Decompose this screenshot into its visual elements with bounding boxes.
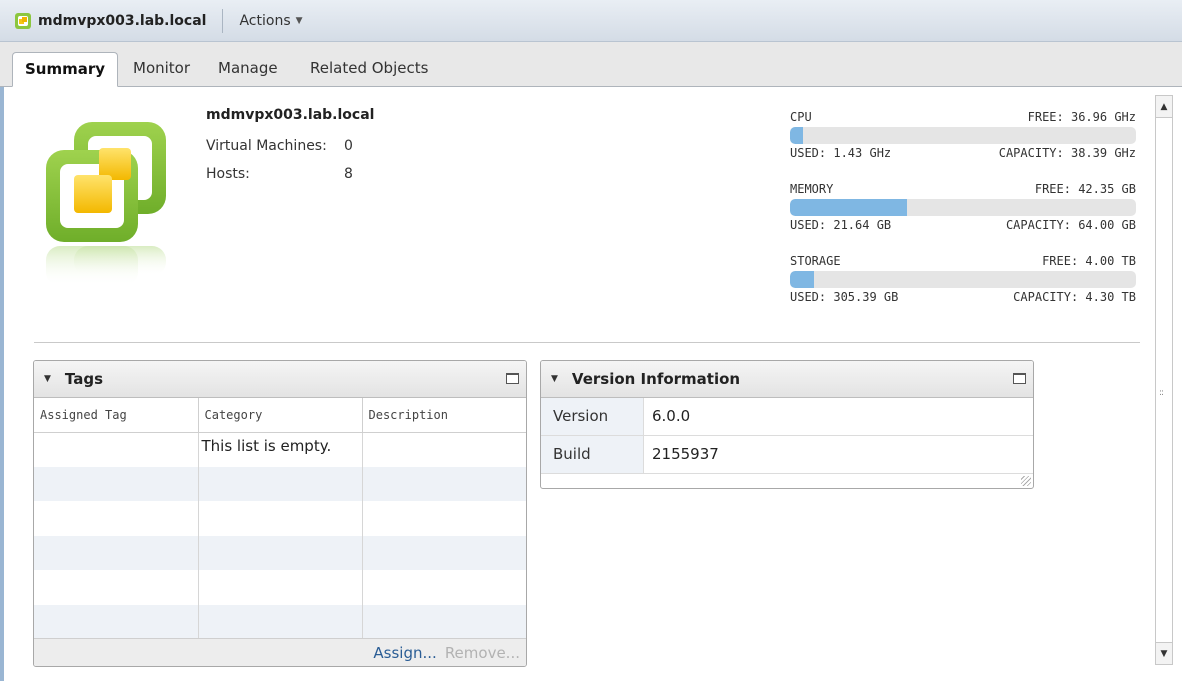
scroll-thumb[interactable]: :: <box>1156 118 1172 622</box>
tags-footer: Assign... Remove... <box>34 638 526 666</box>
meter-free: FREE: 36.96 GHz <box>1027 110 1136 124</box>
titlebar-separator <box>222 8 224 33</box>
version-row: Version 6.0.0 <box>541 398 1033 436</box>
maximize-icon[interactable] <box>506 373 519 384</box>
summary-object-name: mdmvpx003.lab.local <box>206 107 375 123</box>
meter-fill <box>790 127 803 144</box>
host-count-label: Hosts: <box>206 166 250 182</box>
actions-menu-button[interactable]: Actions ▼ <box>239 13 302 29</box>
vcenter-large-icon <box>46 122 166 286</box>
meter-label: CPU <box>790 110 812 124</box>
summary-host-count: Hosts: 8 <box>206 166 353 182</box>
meter-fill <box>790 271 814 288</box>
column-header-category[interactable]: Category <box>198 398 363 433</box>
meter-label: MEMORY <box>790 182 834 196</box>
host-count-value: 8 <box>344 166 353 182</box>
meter-bar <box>790 127 1136 144</box>
object-name: mdmvpx003.lab.local <box>38 12 207 29</box>
table-row <box>34 570 526 605</box>
vm-count-value: 0 <box>344 138 353 154</box>
version-portlet-header[interactable]: ▼ Version Information <box>541 361 1033 398</box>
assign-tag-link[interactable]: Assign... <box>373 644 436 662</box>
meter-used: USED: 305.39 GB <box>790 290 899 304</box>
meter-bar <box>790 271 1136 288</box>
tags-table: Assigned Tag Category Description This l… <box>34 398 526 639</box>
empty-list-message: This list is empty. <box>198 432 363 467</box>
scroll-up-icon[interactable]: ▲ <box>1156 96 1172 118</box>
section-divider <box>34 342 1140 343</box>
meter-label: STORAGE <box>790 254 841 268</box>
version-value: 6.0.0 <box>652 407 691 425</box>
tags-portlet-header[interactable]: ▼ Tags <box>34 361 526 398</box>
build-key: Build <box>541 436 644 473</box>
scroll-down-icon[interactable]: ▼ <box>1156 642 1172 664</box>
table-row <box>34 466 526 501</box>
summary-vm-count: Virtual Machines: 0 <box>206 138 353 154</box>
meter-free: FREE: 42.35 GB <box>1034 182 1136 196</box>
meter-used: USED: 21.64 GB <box>790 218 892 232</box>
build-row: Build 2155937 <box>541 436 1033 474</box>
memory-meter: MEMORY FREE: 42.35 GB USED: 21.64 GB CAPAC… <box>790 182 1136 232</box>
tab-bar: Summary Monitor Manage Related Objects <box>0 42 1182 87</box>
chevron-down-icon: ▼ <box>295 15 303 26</box>
cpu-meter: CPU FREE: 36.96 GHz USED: 1.43 GHz CAPACIT… <box>790 110 1136 160</box>
collapse-triangle-icon[interactable]: ▼ <box>44 374 51 384</box>
vm-count-label: Virtual Machines: <box>206 138 327 154</box>
column-header-assigned-tag[interactable]: Assigned Tag <box>34 398 199 433</box>
object-titlebar: mdmvpx003.lab.local Actions ▼ <box>0 0 1182 42</box>
tab-summary[interactable]: Summary <box>12 52 119 87</box>
grip-icon: :: <box>1159 388 1164 398</box>
version-key: Version <box>541 398 644 435</box>
remove-tag-link: Remove... <box>444 643 520 662</box>
meter-bar <box>790 199 1136 216</box>
meter-fill <box>790 199 907 216</box>
resize-grip-icon[interactable] <box>1021 476 1031 486</box>
table-row <box>34 535 526 570</box>
meter-free: FREE: 4.00 TB <box>1042 254 1136 268</box>
table-row <box>34 501 526 536</box>
meter-capacity: CAPACITY: 4.30 TB <box>1013 290 1136 304</box>
meter-capacity: CAPACITY: 64.00 GB <box>1005 218 1136 232</box>
vcenter-icon <box>15 12 31 29</box>
portlet-title: Version Information <box>571 370 741 388</box>
maximize-icon[interactable] <box>1013 373 1026 384</box>
build-value: 2155937 <box>652 445 719 463</box>
portlet-title: Tags <box>64 370 104 388</box>
column-header-description[interactable]: Description <box>362 398 526 433</box>
version-portlet: ▼ Version Information Version 6.0.0 Buil… <box>540 360 1034 489</box>
collapse-triangle-icon[interactable]: ▼ <box>551 374 558 384</box>
tab-related-objects[interactable]: Related Objects <box>298 52 440 87</box>
meter-capacity: CAPACITY: 38.39 GHz <box>998 146 1136 160</box>
tags-portlet: ▼ Tags Assigned Tag Category Description… <box>33 360 527 667</box>
table-row <box>34 604 526 639</box>
tab-monitor[interactable]: Monitor <box>121 52 202 87</box>
meter-used: USED: 1.43 GHz <box>790 146 892 160</box>
storage-meter: STORAGE FREE: 4.00 TB USED: 305.39 GB CAPA… <box>790 254 1136 304</box>
left-edge <box>0 87 4 681</box>
vertical-scrollbar[interactable]: ▲ :: ▼ <box>1155 95 1173 665</box>
actions-label: Actions <box>239 12 291 29</box>
table-row: This list is empty. <box>34 432 526 467</box>
tab-manage[interactable]: Manage <box>206 52 290 87</box>
